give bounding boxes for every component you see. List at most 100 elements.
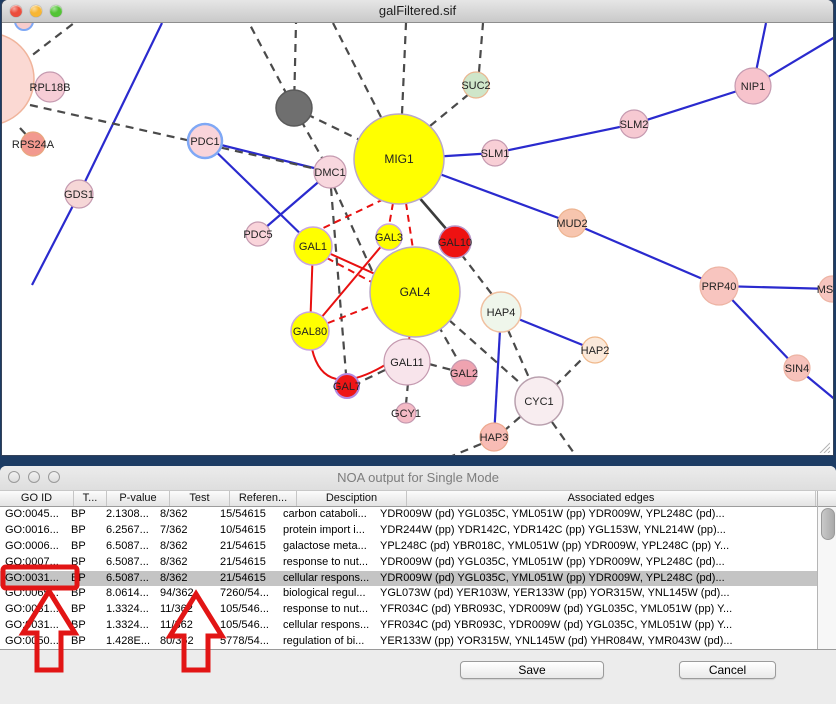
cell: 8/362 — [157, 507, 214, 523]
cell: GO:0031... — [0, 571, 69, 587]
cell: BP — [69, 586, 100, 602]
vertical-scrollbar[interactable] — [817, 491, 836, 649]
column-header-referen-[interactable]: Referen... — [230, 491, 297, 506]
cell: YFR034C (pd) YBR093C, YDR009W (pd) YGL03… — [377, 618, 783, 634]
node-label-GAL80: GAL80 — [293, 326, 327, 338]
table-row[interactable]: GO:0045...BP2.1308...8/36215/54615carbon… — [0, 507, 817, 523]
graph-node-tiny[interactable] — [15, 23, 33, 30]
node-label-RPS24A: RPS24A — [12, 139, 55, 151]
cell: 94/362 — [157, 586, 214, 602]
graph-edge[interactable] — [555, 356, 585, 386]
cell: 6.5087... — [100, 571, 157, 587]
graph-edge[interactable] — [331, 188, 346, 374]
node-label-NIP1: NIP1 — [741, 81, 765, 93]
graph-edge[interactable] — [430, 94, 469, 126]
cell: 1.3324... — [100, 618, 157, 634]
graph-edge[interactable] — [429, 364, 452, 370]
graph-edge[interactable] — [508, 330, 530, 380]
table-row[interactable]: GO:0031...BP6.5087...8/36221/54615cellul… — [0, 571, 817, 587]
cell: GO:0050... — [0, 634, 69, 649]
table-row[interactable]: GO:0065...BP8.0614...94/3627260/54...bio… — [0, 586, 817, 602]
graph-edge[interactable] — [505, 417, 520, 430]
save-button[interactable]: Save — [460, 661, 604, 679]
graph-edge[interactable] — [205, 141, 330, 172]
cell: 21/54615 — [214, 539, 275, 555]
scrollbar-thumb[interactable] — [821, 508, 835, 540]
graph-edge[interactable] — [438, 325, 459, 362]
table-row[interactable]: GO:0031...BP1.3324...11/362105/546...res… — [0, 602, 817, 618]
table-row[interactable]: GO:0006...BP6.5087...8/36221/54615galact… — [0, 539, 817, 555]
cell: 7/362 — [157, 523, 214, 539]
cell: regulation of bi... — [275, 634, 377, 649]
cell: YGL073W (pd) YER103W, YER133W (pp) YOR31… — [377, 586, 783, 602]
cell: YDR009W (pd) YGL035C, YML051W (pp) YDR00… — [377, 555, 783, 571]
cell: BP — [69, 523, 100, 539]
column-header-go-id[interactable]: GO ID — [0, 491, 74, 506]
dialog-buttons: Save Cancel — [0, 649, 836, 704]
cell: 21/54615 — [214, 571, 275, 587]
table-body: GO:0045...BP2.1308...8/36215/54615carbon… — [0, 507, 817, 649]
graph-edge[interactable] — [417, 195, 448, 231]
cell: 2.1308... — [100, 507, 157, 523]
graph-edge[interactable] — [32, 194, 79, 285]
cell: YDR244W (pp) YDR142C, YDR142C (pp) YGL15… — [377, 523, 783, 539]
column-header-p-value[interactable]: P-value — [107, 491, 170, 506]
resize-grip[interactable] — [818, 441, 830, 453]
cancel-button[interactable]: Cancel — [679, 661, 776, 679]
cell: galactose meta... — [275, 539, 377, 555]
table-row[interactable]: GO:0031...BP1.3324...11/362105/546...cel… — [0, 618, 817, 634]
cell: YPL248C (pd) YBR018C, YML051W (pp) YDR00… — [377, 539, 783, 555]
graph-edge[interactable] — [495, 124, 634, 153]
graph-edge[interactable] — [317, 199, 384, 231]
graph-edge[interactable] — [406, 203, 413, 249]
column-header-associated-edges[interactable]: Associated edges — [407, 491, 816, 506]
cell: 105/546... — [214, 618, 275, 634]
graph-edge[interactable] — [328, 305, 374, 323]
graph-node-gray[interactable] — [276, 90, 312, 126]
node-label-MUD2: MUD2 — [556, 218, 587, 230]
cell: 6.5087... — [100, 539, 157, 555]
node-label-MIG1: MIG1 — [384, 152, 414, 166]
node-label-PDC5: PDC5 — [243, 229, 272, 241]
cell: YDR009W (pd) YGL035C, YML051W (pp) YDR00… — [377, 571, 783, 587]
cell: BP — [69, 634, 100, 649]
graph-window-titlebar[interactable]: galFiltered.sif — [2, 0, 833, 23]
cell: 21/54615 — [214, 555, 275, 571]
node-label-HAP4: HAP4 — [487, 307, 516, 319]
desktop: galFiltered.sif RPL18BRPS24AGDS1PDC1DMC1… — [0, 0, 836, 704]
node-label-CYC1: CYC1 — [524, 396, 553, 408]
table-row[interactable]: GO:0007...BP6.5087...8/36221/54615respon… — [0, 555, 817, 571]
cell: GO:0031... — [0, 618, 69, 634]
column-header-desciption[interactable]: Desciption — [297, 491, 407, 506]
cell: GO:0031... — [0, 602, 69, 618]
column-header-test[interactable]: Test — [170, 491, 230, 506]
graph-edge[interactable] — [552, 422, 576, 455]
cell: BP — [69, 602, 100, 618]
graph-edge[interactable] — [406, 383, 408, 404]
graph-node-bigpink[interactable] — [2, 33, 34, 125]
node-label-PRP40: PRP40 — [702, 281, 737, 293]
node-label-GAL3: GAL3 — [375, 232, 403, 244]
table-row[interactable]: GO:0050...BP1.428E...80/3625778/54...reg… — [0, 634, 817, 649]
graph-edge[interactable] — [402, 23, 406, 114]
noa-window-titlebar[interactable]: NOA output for Single Mode — [0, 466, 836, 491]
graph-edge[interactable] — [452, 444, 481, 455]
graph-edge[interactable] — [479, 23, 483, 72]
cell: BP — [69, 555, 100, 571]
column-header-t-[interactable]: T... — [74, 491, 107, 506]
graph-edge[interactable] — [461, 254, 494, 297]
node-label-RPL18B: RPL18B — [30, 82, 71, 94]
noa-window-title: NOA output for Single Mode — [0, 470, 836, 485]
node-label-GAL2: GAL2 — [450, 368, 478, 380]
graph-edge[interactable] — [333, 23, 381, 117]
noa-output-window: NOA output for Single Mode GO IDT...P-va… — [0, 466, 836, 704]
cell: 5778/54... — [214, 634, 275, 649]
graph-edge[interactable] — [634, 86, 753, 124]
cell: protein import i... — [275, 523, 377, 539]
graph-edge[interactable] — [389, 203, 393, 226]
graph-edge[interactable] — [572, 223, 719, 286]
table-header-row: GO IDT...P-valueTestReferen...Desciption… — [0, 491, 836, 507]
graph-edge[interactable] — [79, 23, 162, 194]
table-row[interactable]: GO:0016...BP6.2567...7/36210/54615protei… — [0, 523, 817, 539]
network-canvas[interactable]: RPL18BRPS24AGDS1PDC1DMC1MIG1SUC2SLM1SLM2… — [2, 23, 833, 455]
